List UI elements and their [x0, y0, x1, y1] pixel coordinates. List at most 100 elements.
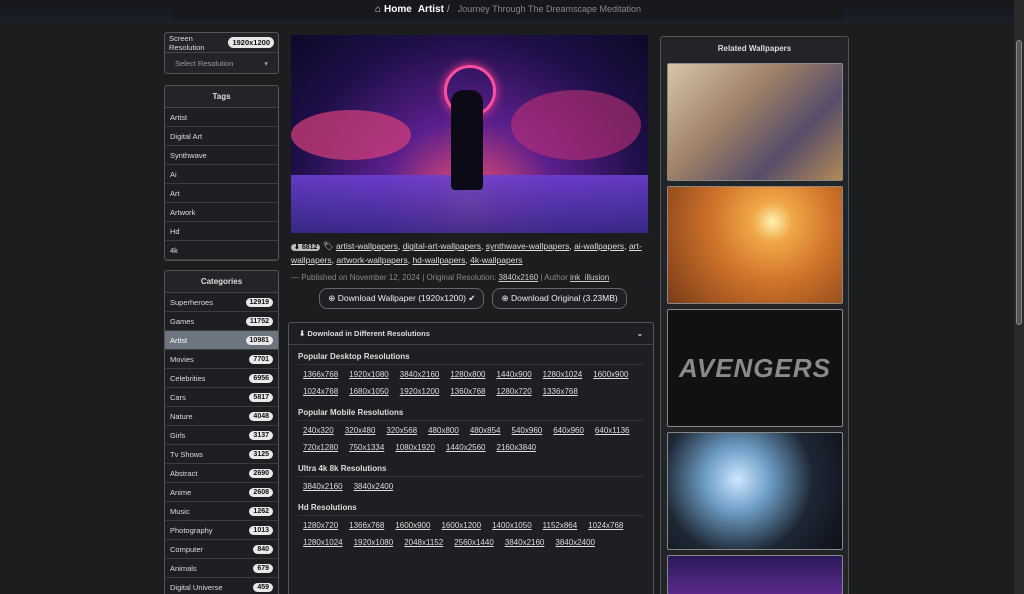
category-count-badge: 840 [253, 544, 273, 554]
resolution-link[interactable]: 1920x1080 [354, 538, 394, 547]
resolution-link[interactable]: 640x1136 [595, 426, 630, 435]
tag-item[interactable]: Synthwave [165, 146, 278, 165]
resolution-link[interactable]: 1336x768 [543, 387, 578, 396]
select-resolution-dropdown[interactable]: Select Resolution ▾ [165, 52, 278, 73]
tag-link[interactable]: hd-wallpapers [412, 255, 465, 265]
breadcrumb-artist[interactable]: Artist [418, 4, 444, 15]
resolutions-header[interactable]: ⬇ Download in Different Resolutions ⌄ [289, 323, 653, 345]
scrollbar[interactable] [1014, 0, 1024, 594]
resolution-link[interactable]: 1280x720 [303, 521, 338, 530]
category-count-badge: 7701 [249, 354, 273, 364]
resolution-link[interactable]: 2560x1440 [454, 538, 494, 547]
resolution-link[interactable]: 320x568 [386, 426, 417, 435]
resolution-link[interactable]: 1152x864 [543, 521, 578, 530]
related-thumbnail[interactable] [667, 432, 843, 550]
related-thumbnail[interactable] [667, 555, 843, 594]
chevron-down-icon: ⌄ [636, 329, 643, 338]
category-item[interactable]: Games 11752 [165, 312, 278, 331]
tag-item[interactable]: Artwork [165, 203, 278, 222]
resolution-link[interactable]: 240x320 [303, 426, 334, 435]
tag-link[interactable]: ai-wallpapers [574, 241, 624, 251]
select-resolution-label: Select Resolution [175, 58, 234, 68]
resolution-link[interactable]: 1080x1920 [395, 443, 435, 452]
category-item[interactable]: Music 1262 [165, 502, 278, 521]
category-item[interactable]: Cars 5817 [165, 388, 278, 407]
category-item[interactable]: Superheroes 12919 [165, 293, 278, 312]
related-thumbnail[interactable]: AVENGERS [667, 309, 843, 427]
category-item[interactable]: Girls 3137 [165, 426, 278, 445]
category-item[interactable]: Artist 10981 [165, 331, 278, 350]
resolution-link[interactable]: 1920x1200 [400, 387, 440, 396]
related-thumbnail[interactable] [667, 186, 843, 304]
resolution-link[interactable]: 1360x768 [450, 387, 485, 396]
breadcrumb-home[interactable]: Home [384, 4, 412, 15]
scrollbar-thumb[interactable] [1016, 40, 1022, 325]
tag-item[interactable]: Art [165, 184, 278, 203]
resolution-link[interactable]: 2160x3840 [497, 443, 537, 452]
resolution-link[interactable]: 1680x1050 [349, 387, 389, 396]
resolution-link[interactable]: 1920x1080 [349, 370, 389, 379]
resolution-link[interactable]: 1280x1024 [303, 538, 343, 547]
resolution-link[interactable]: 1440x2560 [446, 443, 486, 452]
resolution-link[interactable]: 1600x900 [593, 370, 628, 379]
resolution-link[interactable]: 3840x2160 [505, 538, 545, 547]
download-original-button[interactable]: ⊕ Download Original (3.23MB) [492, 288, 627, 309]
resolution-link[interactable]: 750x1334 [349, 443, 384, 452]
category-item[interactable]: Celebrities 6956 [165, 369, 278, 388]
category-count-badge: 12919 [245, 297, 273, 307]
resolution-link[interactable]: 1280x1024 [543, 370, 583, 379]
author-link[interactable]: ink_illusion [570, 273, 609, 282]
download-count-badge: ⬇ 6812 [291, 244, 321, 251]
resolution-link[interactable]: 1600x1200 [441, 521, 481, 530]
category-item[interactable]: Digital Universe 459 [165, 578, 278, 594]
resolution-link[interactable]: 1024x768 [303, 387, 338, 396]
resolution-link[interactable]: 1024x768 [588, 521, 623, 530]
resolution-section-title: Popular Desktop Resolutions [298, 352, 410, 361]
category-item[interactable]: Animals 679 [165, 559, 278, 578]
resolution-link[interactable]: 1366x768 [349, 521, 384, 530]
tag-link[interactable]: digital-art-wallpapers [403, 241, 481, 251]
resolution-link[interactable]: 720x1280 [303, 443, 338, 452]
tag-item[interactable]: Hd [165, 222, 278, 241]
wallpaper-image[interactable] [291, 35, 648, 233]
resolution-link[interactable]: 540x960 [512, 426, 543, 435]
resolution-link[interactable]: 3840x2160 [400, 370, 440, 379]
category-item[interactable]: Photography 1013 [165, 521, 278, 540]
tag-link[interactable]: 4k-wallpapers [470, 255, 522, 265]
resolution-link[interactable]: 480x854 [470, 426, 501, 435]
resolution-link[interactable]: 1280x800 [450, 370, 485, 379]
category-item[interactable]: Abstract 2690 [165, 464, 278, 483]
category-name: Tv Shows [170, 449, 203, 459]
resolution-link[interactable]: 2048x1152 [404, 538, 443, 547]
resolution-link[interactable]: 480x800 [428, 426, 459, 435]
tag-item[interactable]: Digital Art [165, 127, 278, 146]
resolution-link[interactable]: 1280x720 [497, 387, 532, 396]
resolution-link[interactable]: 1600x900 [395, 521, 430, 530]
tag-link[interactable]: artwork-wallpapers [336, 255, 407, 265]
resolution-link[interactable]: 1400x1050 [492, 521, 532, 530]
category-item[interactable]: Movies 7701 [165, 350, 278, 369]
category-item[interactable]: Anime 2608 [165, 483, 278, 502]
resolution-link[interactable]: 3840x2400 [555, 538, 595, 547]
tag-link[interactable]: synthwave-wallpapers [486, 241, 570, 251]
resolution-link[interactable]: 3840x2160 [303, 482, 343, 491]
original-resolution-link[interactable]: 3840x2160 [499, 273, 539, 282]
resolution-link[interactable]: 1440x900 [497, 370, 532, 379]
tag-link[interactable]: artist-wallpapers [336, 241, 398, 251]
tag-links: ⬇ 6812 🏷 artist-wallpapers, digital-art-… [291, 241, 642, 265]
related-thumbnail[interactable] [667, 63, 843, 181]
resolution-link[interactable]: 640x960 [553, 426, 584, 435]
download-wallpaper-button[interactable]: ⊕ Download Wallpaper (1920x1200) ✔ [319, 288, 485, 309]
resolution-link[interactable]: 320x480 [345, 426, 376, 435]
tag-item[interactable]: Artist [165, 108, 278, 127]
category-item[interactable]: Nature 4048 [165, 407, 278, 426]
category-item[interactable]: Computer 840 [165, 540, 278, 559]
resolution-link[interactable]: 1366x768 [303, 370, 338, 379]
resolution-link[interactable]: 3840x2400 [354, 482, 394, 491]
home-icon[interactable]: ⌂ [375, 4, 381, 15]
tag-item[interactable]: Ai [165, 165, 278, 184]
chevron-down-icon: ▾ [264, 58, 268, 68]
category-name: Computer [170, 544, 203, 554]
tag-item[interactable]: 4k [165, 241, 278, 260]
category-item[interactable]: Tv Shows 3125 [165, 445, 278, 464]
